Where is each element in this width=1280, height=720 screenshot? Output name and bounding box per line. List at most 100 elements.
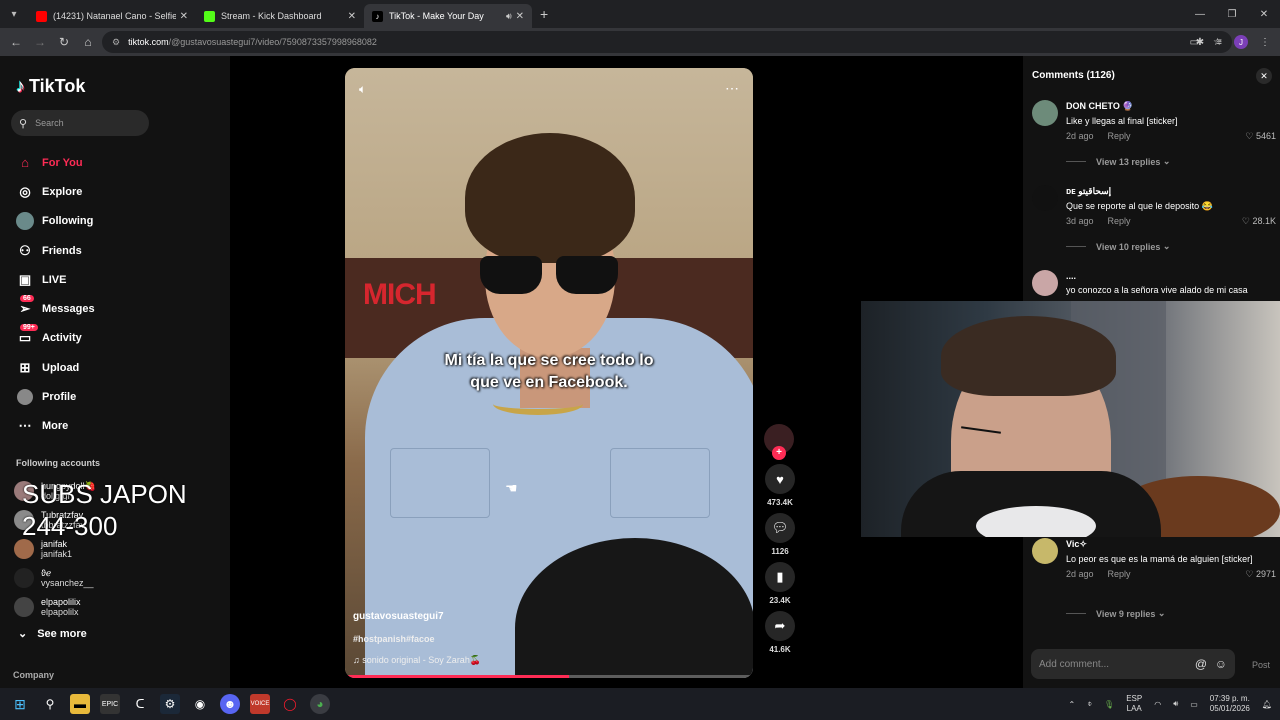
close-tab-icon[interactable]: ✕: [348, 11, 356, 22]
comment-action[interactable]: 💬︎ 1126: [764, 513, 796, 556]
share-action[interactable]: ➦ 41.6K: [764, 611, 796, 654]
epic-games-icon[interactable]: EPIC: [100, 694, 120, 714]
battery-icon[interactable]: ▭: [1190, 700, 1198, 709]
bookmark-icon[interactable]: ▮: [765, 562, 795, 592]
comment-like-button[interactable]: ♡ 28.1K: [1242, 216, 1276, 227]
close-window-icon[interactable]: ✕: [1248, 0, 1280, 28]
company-link[interactable]: Company: [13, 670, 54, 680]
clock[interactable]: 07:39 p. m. 05/01/2026: [1210, 694, 1250, 714]
wifi-icon[interactable]: ◠: [1154, 700, 1161, 709]
app-icon[interactable]: ᑕ: [130, 694, 150, 714]
back-icon[interactable]: ←: [4, 35, 28, 49]
extensions-icon[interactable]: ✱: [1196, 37, 1204, 48]
nav-explore[interactable]: ◎ Explore: [16, 177, 95, 206]
nav-following[interactable]: Following: [16, 207, 95, 236]
like-action[interactable]: ♥ 473.4K: [764, 464, 796, 507]
video-player[interactable]: MICH Mi tía la que se cree todo lo que v…: [345, 68, 753, 678]
view-replies-button[interactable]: View 13 replies ⌄: [1066, 156, 1170, 167]
avatar[interactable]: [1032, 100, 1058, 126]
steam-icon[interactable]: ⚙︎: [160, 694, 180, 714]
creator-avatar[interactable]: +: [764, 424, 794, 460]
account-item[interactable]: ϑℯ vysanchez__: [14, 563, 96, 592]
forward-icon[interactable]: →: [28, 35, 52, 49]
comment-like-button[interactable]: ♡ 5461: [1245, 131, 1276, 142]
comment-user[interactable]: DON CHETO 🔮: [1066, 101, 1276, 112]
volume-icon[interactable]: 🔊︎: [1173, 699, 1178, 709]
chevron-down-icon: ⌄: [1162, 156, 1171, 166]
media-control-icon[interactable]: ≡: [1216, 37, 1222, 48]
url-field[interactable]: ⚙︎ tiktok.com /@gustavosuastegui7/video/…: [102, 31, 1232, 53]
nav-upload[interactable]: ⊞ Upload: [16, 353, 95, 382]
comment-user[interactable]: Vic✧: [1066, 539, 1276, 550]
video-sound[interactable]: ♫ sonido original - Soy Zarah🍒: [353, 655, 481, 666]
reply-button[interactable]: Reply: [1108, 131, 1131, 141]
nav-activity[interactable]: ▭ 99+ Activity: [16, 324, 95, 353]
video-progress-bar[interactable]: [345, 675, 753, 678]
follow-plus-icon[interactable]: +: [772, 446, 786, 460]
view-replies-button[interactable]: View 10 replies ⌄: [1066, 241, 1170, 252]
opera-icon[interactable]: ◯: [280, 694, 300, 714]
tab-tiktok[interactable]: ♪ TikTok - Make Your Day 🔊︎ ✕: [364, 4, 532, 28]
comment-icon[interactable]: 💬︎: [765, 513, 795, 543]
search-icon[interactable]: ⚲: [40, 694, 60, 714]
video-hashtags[interactable]: #hostpanish#facoe: [353, 634, 435, 644]
tab-youtube[interactable]: (14231) Natanael Cano - Selfie ✕: [28, 4, 196, 28]
share-icon[interactable]: ➦: [765, 611, 795, 641]
comment-like-button[interactable]: ♡ 2971: [1245, 569, 1276, 580]
reply-button[interactable]: Reply: [1108, 216, 1131, 226]
see-more-button[interactable]: ⌄ See more: [18, 627, 87, 641]
home-icon[interactable]: ⌂: [76, 35, 100, 49]
chevron-up-icon[interactable]: ⌃: [1069, 700, 1076, 709]
close-tab-icon[interactable]: ✕: [516, 11, 524, 22]
chrome-icon[interactable]: ◕: [310, 694, 330, 714]
nav-friends[interactable]: ⚇ Friends: [16, 236, 95, 265]
tab-search-icon[interactable]: ▾: [0, 0, 28, 28]
tab-kick[interactable]: Stream - Kick Dashboard ✕: [196, 4, 364, 28]
nav-label: Friends: [42, 244, 82, 257]
nav-messages[interactable]: ➢ 66 Messages: [16, 294, 95, 323]
tab-title: (14231) Natanael Cano - Selfie: [53, 11, 176, 21]
close-icon[interactable]: ✕: [1256, 68, 1272, 84]
avatar[interactable]: [1032, 185, 1058, 211]
post-button[interactable]: Post: [1252, 660, 1270, 670]
minimize-icon[interactable]: —: [1184, 0, 1216, 28]
account-item[interactable]: elpapolilix elpapolilx: [14, 592, 96, 621]
avatar[interactable]: [1032, 270, 1058, 296]
windows-start-icon[interactable]: ⊞: [10, 694, 30, 714]
video-author[interactable]: gustavosuastegui7: [353, 611, 444, 622]
new-tab-icon[interactable]: +: [540, 6, 548, 22]
discord-icon[interactable]: ☻: [220, 694, 240, 714]
reload-icon[interactable]: ↻: [52, 35, 76, 49]
notification-bell-icon[interactable]: 🔔︎: [1262, 700, 1272, 709]
view-replies-button[interactable]: View 9 replies ⌄: [1066, 608, 1165, 619]
app-tray-icon[interactable]: ⌽: [1087, 699, 1092, 709]
save-action[interactable]: ▮ 23.4K: [764, 562, 796, 605]
audio-playing-icon[interactable]: 🔊︎: [506, 11, 512, 22]
language-indicator[interactable]: ESP LAA: [1126, 694, 1142, 714]
microphone-icon[interactable]: 🎙︎: [1104, 700, 1114, 709]
maximize-icon[interactable]: ❐: [1216, 0, 1248, 28]
obs-icon[interactable]: ◉: [190, 694, 210, 714]
add-comment-input[interactable]: Add comment... @ ☺: [1031, 649, 1235, 679]
profile-avatar[interactable]: J: [1234, 35, 1248, 49]
nav-for-you[interactable]: ⌂ For You: [16, 148, 95, 177]
file-explorer-icon[interactable]: ▬: [70, 694, 90, 714]
heart-icon[interactable]: ♥: [765, 464, 795, 494]
kebab-menu-icon[interactable]: ⋮: [1260, 37, 1270, 48]
search-input[interactable]: ⚲ Search: [11, 110, 149, 136]
nav-more[interactable]: ⋯ More: [16, 412, 95, 441]
site-info-icon[interactable]: ⚙︎: [112, 37, 120, 48]
volume-icon[interactable]: 🔈︎: [359, 82, 366, 97]
voice-app-icon[interactable]: VOICE: [250, 694, 270, 714]
nav-profile[interactable]: Profile: [16, 382, 95, 411]
comment-user[interactable]: ....: [1066, 271, 1276, 281]
more-options-icon[interactable]: ⋯: [725, 80, 739, 97]
comment-user[interactable]: ᴅᴇ إسحاقيتو: [1066, 186, 1276, 197]
mention-icon[interactable]: @: [1195, 657, 1207, 671]
reply-button[interactable]: Reply: [1108, 569, 1131, 579]
avatar[interactable]: [1032, 538, 1058, 564]
emoji-icon[interactable]: ☺: [1215, 657, 1227, 671]
close-tab-icon[interactable]: ✕: [180, 11, 188, 22]
tiktok-logo[interactable]: ♪ TikTok: [16, 76, 85, 97]
nav-live[interactable]: ▣ LIVE: [16, 265, 95, 294]
